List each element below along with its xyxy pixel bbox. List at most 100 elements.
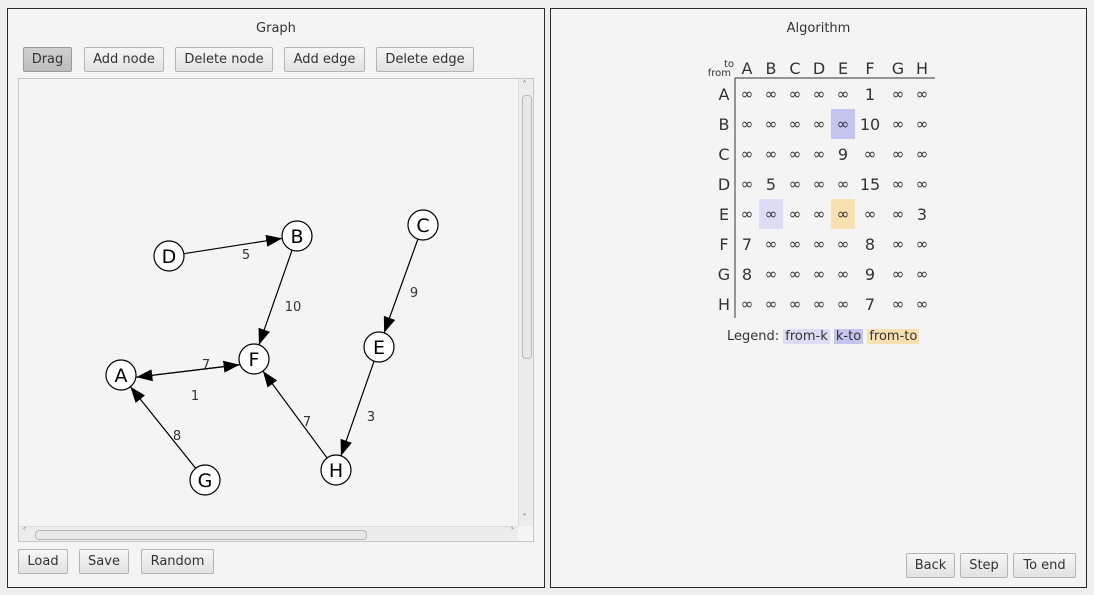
node-G[interactable]: G — [189, 464, 221, 496]
corner-from-label: from — [708, 68, 731, 79]
matrix-cell-D-G: ∞ — [892, 175, 905, 193]
matrix-cell-F-E: ∞ — [837, 235, 850, 253]
load-button[interactable]: Load — [18, 549, 68, 574]
row-header-A: A — [719, 85, 730, 104]
edge-weight-A-F: 1 — [191, 389, 199, 404]
matrix-cell-A-A: ∞ — [741, 85, 754, 103]
graph-drawing[interactable]: 5 10 9 7 1 8 7 3 A B C D E F G H — [19, 79, 519, 527]
matrix-cell-C-F: ∞ — [864, 145, 877, 163]
matrix-cell-H-A: ∞ — [741, 295, 754, 313]
save-button[interactable]: Save — [79, 549, 129, 574]
node-F[interactable]: F — [238, 343, 270, 375]
matrix-cell-G-D: ∞ — [813, 265, 826, 283]
matrix-cell-H-C: ∞ — [789, 295, 802, 313]
matrix-cell-H-H: ∞ — [916, 295, 929, 313]
matrix-cell-E-C: ∞ — [789, 205, 802, 223]
node-label-G: G — [198, 470, 213, 492]
vertical-scroll-thumb[interactable] — [522, 95, 532, 359]
graph-canvas[interactable]: 5 10 9 7 1 8 7 3 A B C D E F G H ˄ ˅ ˂ ˃ — [18, 78, 534, 542]
matrix-cell-A-D: ∞ — [813, 85, 826, 103]
matrix-cell-C-D: ∞ — [813, 145, 826, 163]
drag-button[interactable]: Drag — [23, 47, 72, 72]
scroll-up-icon[interactable]: ˄ — [522, 81, 527, 91]
graph-panel: Graph Drag Add node Delete node Add edge… — [7, 8, 545, 588]
matrix-cell-D-B: 5 — [766, 175, 776, 194]
node-label-C: C — [416, 215, 429, 237]
edge-E-H[interactable] — [340, 360, 375, 457]
column-header-E: E — [838, 59, 848, 78]
matrix-cell-B-E: ∞ — [837, 115, 850, 133]
add-edge-button[interactable]: Add edge — [284, 47, 365, 72]
matrix-cell-F-D: ∞ — [813, 235, 826, 253]
edge-G-A[interactable] — [129, 386, 197, 469]
node-B[interactable]: B — [281, 220, 313, 252]
edge-D-B[interactable] — [183, 234, 283, 255]
matrix-cell-H-G: ∞ — [892, 295, 905, 313]
scroll-down-icon[interactable]: ˅ — [522, 514, 527, 524]
node-label-E: E — [373, 337, 385, 359]
node-H[interactable]: H — [320, 454, 352, 486]
matrix-cell-B-B: ∞ — [765, 115, 778, 133]
row-header-H: H — [718, 295, 730, 314]
horizontal-scroll-thumb[interactable] — [35, 530, 367, 540]
edge-B-F[interactable] — [258, 249, 293, 346]
column-header-D: D — [813, 59, 825, 78]
row-header-D: D — [718, 175, 730, 194]
edge-H-F[interactable] — [262, 370, 328, 459]
horizontal-scrollbar[interactable]: ˂ ˃ — [19, 526, 518, 541]
matrix-cell-B-C: ∞ — [789, 115, 802, 133]
delete-edge-button[interactable]: Delete edge — [376, 47, 474, 72]
matrix-cell-H-E: ∞ — [837, 295, 850, 313]
matrix-cell-H-D: ∞ — [813, 295, 826, 313]
matrix-cell-E-H: 3 — [917, 205, 927, 224]
legend-k-to: k-to — [833, 329, 864, 344]
matrix-cell-D-C: ∞ — [789, 175, 802, 193]
matrix-cell-F-A: 7 — [742, 235, 752, 254]
matrix-cell-G-B: ∞ — [765, 265, 778, 283]
matrix-cell-C-G: ∞ — [892, 145, 905, 163]
matrix-cell-H-B: ∞ — [765, 295, 778, 313]
matrix-cell-D-A: ∞ — [741, 175, 754, 193]
matrix-cell-E-A: ∞ — [741, 205, 754, 223]
node-A[interactable]: A — [105, 359, 137, 391]
node-label-F: F — [249, 349, 260, 371]
delete-node-button[interactable]: Delete node — [175, 47, 273, 72]
graph-panel-title: Graph — [256, 21, 296, 36]
matrix-cell-G-G: ∞ — [892, 265, 905, 283]
node-label-D: D — [162, 246, 177, 268]
random-button[interactable]: Random — [141, 549, 214, 574]
row-header-F: F — [719, 235, 728, 254]
node-E[interactable]: E — [363, 331, 395, 363]
node-D[interactable]: D — [153, 240, 185, 272]
column-header-B: B — [766, 59, 777, 78]
matrix-cell-E-G: ∞ — [892, 205, 905, 223]
step-button[interactable]: Step — [960, 553, 1008, 578]
matrix-cell-D-E: ∞ — [837, 175, 850, 193]
matrix-cell-B-A: ∞ — [741, 115, 754, 133]
column-header-G: G — [892, 59, 904, 78]
edge-weight-C-E: 9 — [410, 286, 418, 301]
matrix-cell-D-H: ∞ — [916, 175, 929, 193]
edge-weight-H-F: 7 — [303, 415, 311, 430]
matrix-cell-B-G: ∞ — [892, 115, 905, 133]
matrix-cell-G-F: 9 — [865, 265, 875, 284]
edge-weight-G-A: 8 — [173, 429, 181, 444]
back-button[interactable]: Back — [906, 553, 955, 578]
edge-A-F[interactable] — [136, 360, 240, 378]
legend-from-k: from-k — [783, 329, 830, 344]
node-C[interactable]: C — [407, 209, 439, 241]
algorithm-panel: Algorithm to from A B C D E F G H A ∞ ∞ ∞ ∞ ∞ 1 ∞ ∞ B ∞ ∞ ∞ ∞ ∞ 1… — [550, 8, 1087, 588]
matrix-cell-G-H: ∞ — [916, 265, 929, 283]
matrix-cell-B-D: ∞ — [813, 115, 826, 133]
vertical-scrollbar[interactable]: ˄ ˅ — [518, 79, 533, 526]
matrix-cell-E-F: ∞ — [864, 205, 877, 223]
column-header-F: F — [865, 59, 874, 78]
add-node-button[interactable]: Add node — [84, 47, 164, 72]
scroll-left-icon[interactable]: ˂ — [22, 528, 27, 538]
matrix-cell-A-E: ∞ — [837, 85, 850, 103]
node-label-A: A — [115, 365, 128, 387]
scroll-right-icon[interactable]: ˃ — [510, 528, 515, 538]
matrix-cell-F-B: ∞ — [765, 235, 778, 253]
to-end-button[interactable]: To end — [1013, 553, 1076, 578]
edge-weight-D-B: 5 — [242, 248, 250, 263]
